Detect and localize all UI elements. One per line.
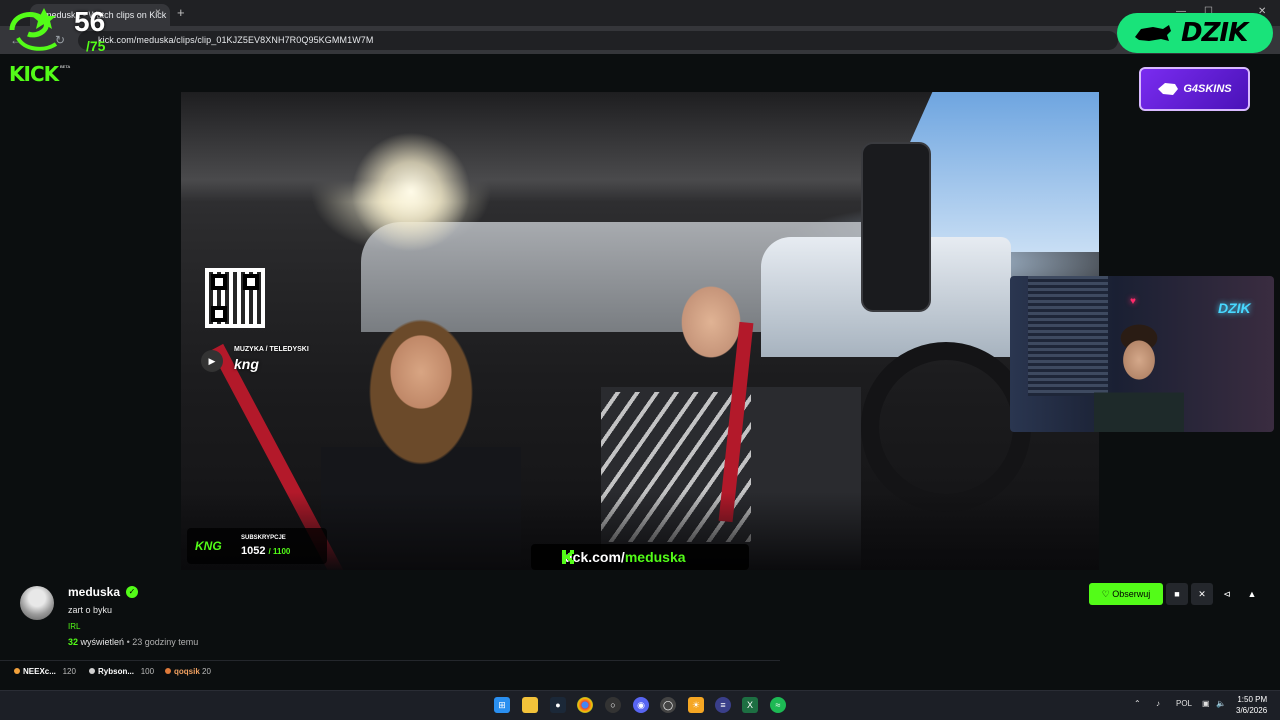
neon-dzik-sign: DZIK (1218, 300, 1251, 316)
qr-corner (211, 306, 227, 322)
views-line: 32 wyświetleń • 23 godziny temu (68, 637, 198, 647)
youtube-icon: ▶ (201, 350, 223, 372)
subs-current: 1052 (241, 545, 266, 557)
excel-icon[interactable]: X (742, 697, 758, 713)
channel-name[interactable]: meduska (68, 585, 120, 599)
gifter-name: NEEXc... (23, 667, 56, 676)
share-button[interactable]: ⊲ (1216, 583, 1238, 605)
app-icon-2[interactable]: ☀ (688, 697, 704, 713)
qr-corner (243, 274, 259, 290)
g4-logo-icon (1158, 83, 1179, 95)
music-channel-name: kng (234, 356, 259, 372)
counter-logo-icon (9, 8, 58, 51)
gifter-count: 20 (202, 667, 211, 676)
facecam: ♥ DZIK (1010, 276, 1274, 432)
counter-total: /75 (86, 38, 106, 54)
steering-wheel (861, 342, 1031, 512)
report-button[interactable]: ▲ (1241, 583, 1263, 605)
network-icon[interactable]: ▣ (1202, 699, 1210, 708)
gifter-badge-icon (165, 668, 171, 674)
category-link[interactable]: IRL (68, 622, 80, 631)
kick-k-icon (562, 550, 574, 564)
steam-icon[interactable]: ● (550, 697, 566, 713)
qr-corner (211, 274, 227, 290)
windows-icon[interactable]: ⊞ (494, 697, 510, 713)
music-label: MUZYKA / TELEDYSKI (234, 346, 309, 353)
tab-close-icon[interactable]: × (155, 7, 161, 18)
gifter-name: Rybson... (98, 667, 135, 676)
gifter-badge-icon (89, 668, 95, 674)
clock-date: 3/6/2026 (1236, 706, 1268, 715)
microphone-icon[interactable]: ♪ (1156, 699, 1160, 708)
tray-chevron-icon[interactable]: ⌃ (1134, 699, 1141, 708)
counter-value: 56 (74, 6, 106, 37)
gifter-item: NEEXc... 120 (14, 667, 76, 676)
language-indicator[interactable]: POL (1176, 699, 1192, 708)
kng-logo: KNG (195, 539, 222, 553)
dzik-text: DZIK (1181, 18, 1248, 48)
gifter-badge-icon (14, 668, 20, 674)
subs-goal: / 1100 (268, 547, 291, 556)
kick-logo[interactable]: KICK (9, 62, 59, 86)
gift-icon: ■ (1174, 589, 1180, 599)
gifter-count: 100 (140, 667, 155, 676)
kick-beta-badge: BETA (60, 64, 71, 69)
streamer-face (1094, 316, 1184, 432)
avatar[interactable] (20, 586, 54, 620)
neon-sign-red: ♥ (1130, 296, 1136, 307)
phone-mount (861, 142, 931, 312)
file-explorer-icon[interactable] (522, 697, 538, 713)
g4skins-text: G4SKINS (1183, 83, 1232, 95)
kick-url-channel: meduska (624, 549, 686, 565)
divider (0, 660, 780, 661)
boar-icon (1135, 25, 1171, 41)
volume-icon[interactable]: 🔈 (1216, 699, 1226, 708)
gift-button[interactable]: ■ (1166, 583, 1188, 605)
follow-label: Obserwuj (1112, 589, 1151, 599)
url-text: kick.com/meduska/clips/clip_01KJZ5EV8XNH… (98, 35, 374, 45)
obs-icon[interactable]: ○ (605, 697, 621, 713)
gifter-item: Rybson... 100 (89, 667, 154, 676)
follow-button[interactable]: ♡ Obserwuj (1089, 583, 1163, 605)
views-label: wyświetleń (80, 637, 125, 647)
screen: meduska - Watch clips on Kick × + — ☐ ✕ … (0, 0, 1280, 720)
app-icon-3[interactable]: ≡ (715, 697, 731, 713)
chrome-icon[interactable] (577, 697, 593, 713)
clip-button[interactable]: ✕ (1191, 583, 1213, 605)
gifter-item: qoqsik 20 (165, 667, 211, 676)
time-ago: • 23 godziny temu (126, 637, 199, 647)
app-icon[interactable]: ◯ (660, 697, 676, 713)
spotify-icon[interactable]: ≈ (770, 697, 786, 713)
warning-icon: ▲ (1247, 589, 1257, 599)
gifter-name: qoqsik (174, 667, 200, 676)
sun-glare (351, 132, 471, 252)
subs-label: SUBSKRYPCJE (241, 535, 286, 541)
views-count: 32 (68, 637, 79, 647)
clip-title: zart o byku (68, 605, 113, 615)
heart-icon: ♡ (1101, 588, 1113, 599)
video-player[interactable]: ▶ MUZYKA / TELEDYSKI kng KNG SUBSKRYPCJE… (181, 92, 1099, 570)
gifter-count: 120 (62, 667, 76, 676)
discord-icon[interactable]: ◉ (633, 697, 649, 713)
g4skins-badge: G4SKINS (1139, 67, 1250, 111)
kick-header (0, 54, 1280, 92)
clock[interactable]: 1:50 PM 3/6/2026 (1236, 694, 1267, 716)
scissors-icon: ✕ (1198, 588, 1206, 599)
clock-time: 1:50 PM (1237, 695, 1268, 704)
tab-bar (0, 0, 1280, 26)
share-icon: ⊲ (1223, 588, 1231, 599)
subs-value: 1052 / 1100 (241, 545, 290, 557)
new-tab-button[interactable]: + (177, 5, 185, 20)
dzik-sponsor-badge: DZIK (1117, 13, 1273, 53)
verified-icon: ✓ (126, 586, 138, 598)
